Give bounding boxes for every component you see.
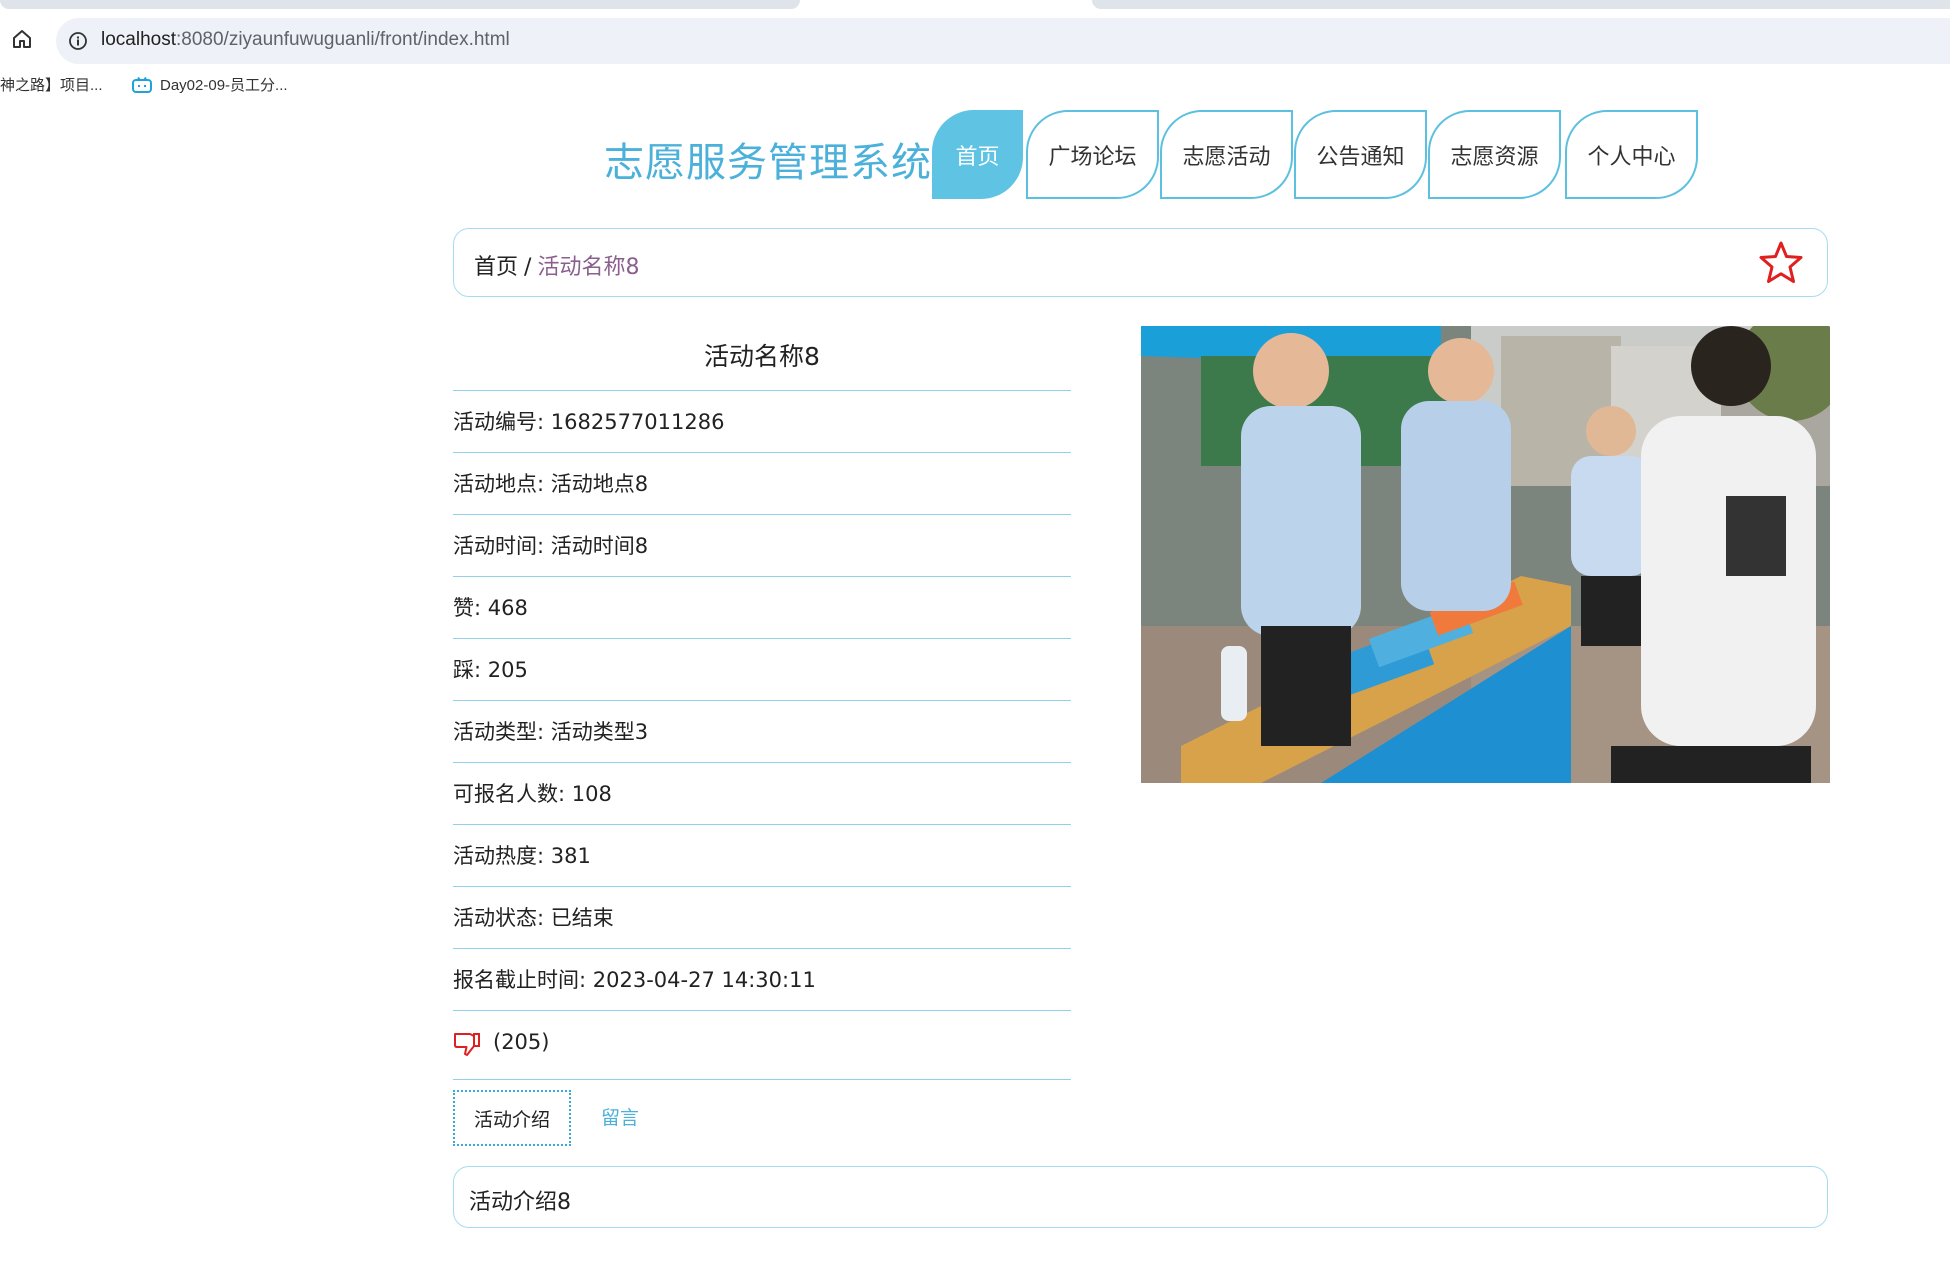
tab-comments[interactable]: 留言: [601, 1090, 639, 1146]
field-row: 报名截止时间: 2023-04-27 14:30:11: [453, 949, 1071, 1011]
field-row: 活动热度: 381: [453, 825, 1071, 887]
field-row: 活动状态: 已结束: [453, 887, 1071, 949]
site-title: 志愿服务管理系统: [604, 140, 932, 186]
breadcrumb: 首页 / 活动名称8: [453, 228, 1828, 297]
field-label: 活动编号: [453, 410, 537, 434]
bookmark-label: Day02-09-员工分...: [160, 77, 288, 94]
nav-item-label: 志愿资源: [1450, 144, 1539, 170]
field-label: 活动时间: [453, 534, 537, 558]
field-value: 2023-04-27 14:30:11: [592, 968, 816, 992]
field-value: 已结束: [550, 906, 614, 930]
breadcrumb-current: 活动名称8: [537, 255, 640, 280]
bookmark-item[interactable]: 神之路】项目...: [0, 74, 103, 95]
activity-photo-image: [1141, 326, 1830, 783]
breadcrumb-separator: /: [524, 255, 532, 280]
bilibili-icon: [132, 77, 152, 93]
field-label: 可报名人数: [453, 782, 558, 806]
breadcrumb-text: 首页 / 活动名称8: [474, 249, 639, 281]
browser-tab[interactable]: [1092, 0, 1950, 9]
bookmarks-bar: 神之路】项目... Day02-09-员工分...: [0, 70, 1950, 104]
field-value: 205: [487, 658, 528, 682]
nav-item-forum[interactable]: 广场论坛: [1026, 110, 1159, 199]
field-label: 赞: [453, 596, 474, 620]
nav-item-resources[interactable]: 志愿资源: [1428, 110, 1561, 199]
field-value: 468: [487, 596, 528, 620]
address-bar[interactable]: localhost:8080/ziyaunfuwuguanli/front/in…: [56, 18, 1950, 64]
field-row: 活动时间: 活动时间8: [453, 515, 1071, 577]
browser-tab-strip: [0, 0, 1950, 12]
bookmark-label: 神之路】项目...: [0, 77, 103, 94]
field-value: 活动时间8: [550, 534, 649, 558]
url-host: localhost: [101, 29, 176, 50]
field-label: 报名截止时间: [453, 968, 579, 992]
field-label: 活动热度: [453, 844, 537, 868]
dislike-count: (205): [493, 1030, 550, 1054]
browser-tab[interactable]: [0, 0, 800, 9]
field-row: 活动地点: 活动地点8: [453, 453, 1071, 515]
field-row: 可报名人数: 108: [453, 763, 1071, 825]
nav-item-label: 个人中心: [1587, 144, 1676, 170]
field-value: 1682577011286: [550, 410, 725, 434]
field-label: 活动状态: [453, 906, 537, 930]
tab-intro[interactable]: 活动介绍: [453, 1090, 571, 1146]
url-text[interactable]: localhost:8080/ziyaunfuwuguanli/front/in…: [101, 29, 510, 51]
field-label: 活动地点: [453, 472, 537, 496]
intro-panel: 活动介绍8: [453, 1166, 1828, 1228]
field-label: 踩: [453, 658, 474, 682]
field-row: 踩: 205: [453, 639, 1071, 701]
home-icon[interactable]: [10, 27, 34, 51]
nav-item-notices[interactable]: 公告通知: [1294, 110, 1427, 199]
intro-text: 活动介绍8: [469, 1190, 571, 1215]
favorite-star-icon[interactable]: [1757, 239, 1805, 287]
field-row: 活动编号: 1682577011286: [453, 391, 1071, 453]
thumbs-down-icon[interactable]: [453, 1031, 481, 1057]
field-value: 活动地点8: [550, 472, 649, 496]
activity-photo: [1141, 326, 1830, 783]
field-value: 活动类型3: [550, 720, 649, 744]
breadcrumb-home-link[interactable]: 首页: [474, 255, 518, 280]
dislike-row: (205): [453, 1011, 1071, 1080]
field-value: 108: [571, 782, 612, 806]
nav-item-label: 广场论坛: [1048, 144, 1137, 170]
field-row: 活动类型: 活动类型3: [453, 701, 1071, 763]
activity-detail: 活动名称8 活动编号: 1682577011286 活动地点: 活动地点8 活动…: [453, 322, 1071, 1080]
url-path: :8080/ziyaunfuwuguanli/front/index.html: [176, 29, 510, 50]
site-info-icon[interactable]: [68, 31, 88, 51]
nav-item-profile[interactable]: 个人中心: [1565, 110, 1698, 199]
activity-title: 活动名称8: [453, 322, 1071, 391]
browser-toolbar: localhost:8080/ziyaunfuwuguanli/front/in…: [0, 12, 1950, 66]
nav-item-home[interactable]: 首页: [932, 110, 1023, 199]
nav-item-label: 首页: [955, 144, 1000, 170]
nav-item-label: 志愿活动: [1182, 144, 1271, 170]
bookmark-item[interactable]: Day02-09-员工分...: [132, 74, 288, 95]
field-label: 活动类型: [453, 720, 537, 744]
nav-item-label: 公告通知: [1316, 144, 1405, 170]
field-value: 381: [550, 844, 591, 868]
field-row: 赞: 468: [453, 577, 1071, 639]
nav-item-activities[interactable]: 志愿活动: [1160, 110, 1293, 199]
